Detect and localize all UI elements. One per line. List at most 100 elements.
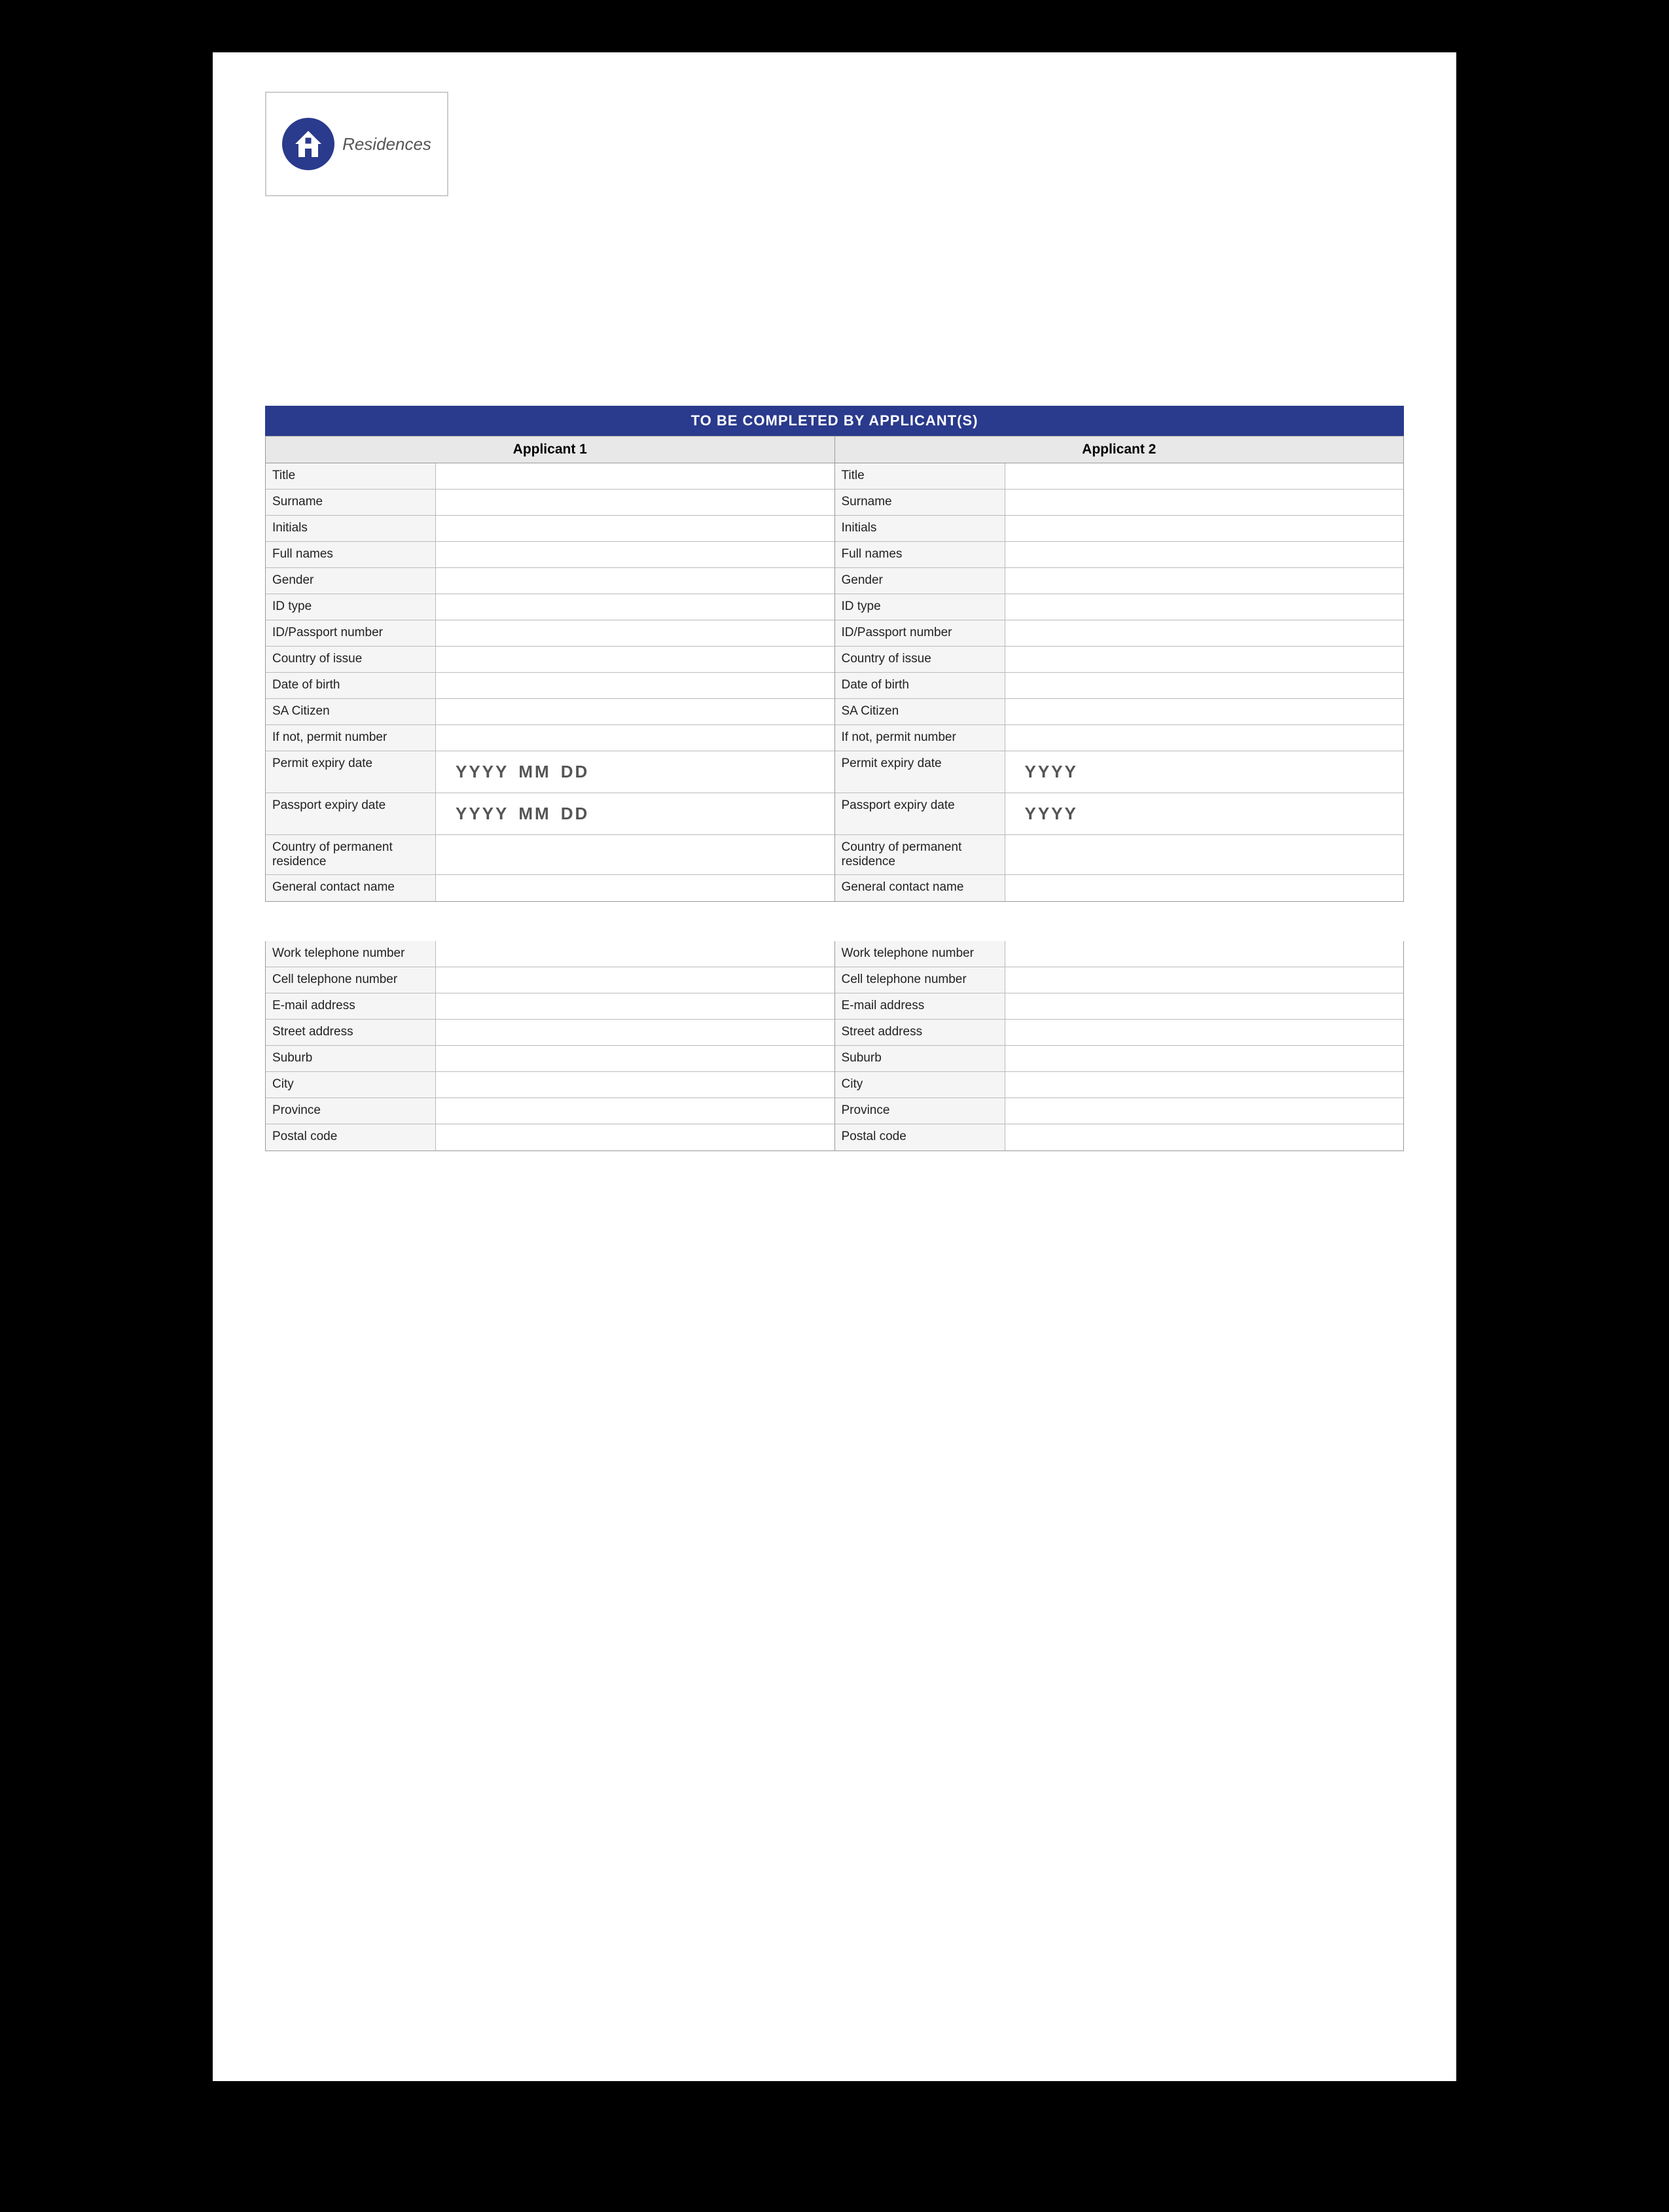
table-row: Initials: [266, 516, 834, 542]
field-label-initials-1: Initials: [266, 516, 436, 541]
field-value-city-2[interactable]: [1005, 1072, 1404, 1097]
field-value-email-2[interactable]: [1005, 993, 1404, 1019]
table-row: Country of permanent residence: [835, 835, 1404, 875]
date-yyyy-passport-2: YYYY: [1025, 804, 1078, 824]
table-row: Gender: [835, 568, 1404, 594]
field-value-province-2[interactable]: [1005, 1098, 1404, 1124]
table-row: City: [835, 1072, 1404, 1098]
field-value-idpassport-1[interactable]: [436, 620, 834, 646]
table-row: Surname: [266, 490, 834, 516]
field-value-idtype-1[interactable]: [436, 594, 834, 620]
table-row: ID/Passport number: [266, 620, 834, 647]
field-value-celltel-1[interactable]: [436, 967, 834, 993]
field-value-email-1[interactable]: [436, 993, 834, 1019]
table-row: ID type: [266, 594, 834, 620]
field-value-fullnames-1[interactable]: [436, 542, 834, 567]
table-row: Work telephone number: [835, 941, 1404, 967]
field-value-initials-2[interactable]: [1005, 516, 1404, 541]
logo-house-icon: [292, 128, 325, 160]
date-mm-passport-1: MM: [518, 804, 550, 824]
field-label-contactname-2: General contact name: [835, 875, 1005, 901]
field-value-idtype-2[interactable]: [1005, 594, 1404, 620]
field-label-surname-2: Surname: [835, 490, 1005, 515]
logo-inner: Residences: [282, 118, 431, 170]
field-value-postal-2[interactable]: [1005, 1124, 1404, 1151]
field-label-worktel-1: Work telephone number: [266, 941, 436, 967]
table-row: Title: [835, 463, 1404, 490]
field-value-passportexpiry-1[interactable]: YYYY MM DD: [436, 793, 834, 834]
field-value-worktel-1[interactable]: [436, 941, 834, 967]
field-label-dob-2: Date of birth: [835, 673, 1005, 698]
field-label-contactname-1: General contact name: [266, 875, 436, 901]
field-value-permit-2[interactable]: [1005, 725, 1404, 751]
table-row: Permit expiry date YYYY: [835, 751, 1404, 793]
applicant2-contact-col: Work telephone number Cell telephone num…: [835, 941, 1404, 1151]
field-label-fullnames-1: Full names: [266, 542, 436, 567]
field-label-postal-2: Postal code: [835, 1124, 1005, 1151]
field-label-street-2: Street address: [835, 1020, 1005, 1045]
field-value-countryperm-2[interactable]: [1005, 835, 1404, 874]
table-row: Permit expiry date YYYY MM DD: [266, 751, 834, 793]
field-value-countryissue-2[interactable]: [1005, 647, 1404, 672]
table-row: Full names: [835, 542, 1404, 568]
field-value-permitexpiry-2[interactable]: YYYY: [1005, 751, 1404, 793]
field-value-gender-1[interactable]: [436, 568, 834, 594]
table-row: E-mail address: [266, 993, 834, 1020]
field-value-worktel-2[interactable]: [1005, 941, 1404, 967]
field-label-idtype-2: ID type: [835, 594, 1005, 620]
field-label-countryperm-2: Country of permanent residence: [835, 835, 1005, 874]
table-row: Date of birth: [835, 673, 1404, 699]
date-placeholder-permit-1: YYYY MM DD: [442, 757, 828, 787]
field-value-province-1[interactable]: [436, 1098, 834, 1124]
table-row: Country of permanent residence: [266, 835, 834, 875]
field-value-street-2[interactable]: [1005, 1020, 1404, 1045]
field-label-email-1: E-mail address: [266, 993, 436, 1019]
field-value-permitexpiry-1[interactable]: YYYY MM DD: [436, 751, 834, 793]
field-value-postal-1[interactable]: [436, 1124, 834, 1151]
field-value-celltel-2[interactable]: [1005, 967, 1404, 993]
table-row: SA Citizen: [266, 699, 834, 725]
field-value-street-1[interactable]: [436, 1020, 834, 1045]
field-value-surname-1[interactable]: [436, 490, 834, 515]
field-value-suburb-2[interactable]: [1005, 1046, 1404, 1071]
contact-section: Work telephone number Cell telephone num…: [265, 941, 1404, 1151]
field-value-countryissue-1[interactable]: [436, 647, 834, 672]
date-placeholder-passport-2: YYYY: [1012, 798, 1397, 829]
field-value-countryperm-1[interactable]: [436, 835, 834, 874]
table-row: Cell telephone number: [266, 967, 834, 993]
field-value-title-1[interactable]: [436, 463, 834, 489]
date-yyyy-passport-1: YYYY: [456, 804, 509, 824]
field-value-surname-2[interactable]: [1005, 490, 1404, 515]
field-value-contactname-2[interactable]: [1005, 875, 1404, 901]
field-label-gender-2: Gender: [835, 568, 1005, 594]
date-mm-1: MM: [518, 762, 550, 782]
table-row: Gender: [266, 568, 834, 594]
table-row: Street address: [266, 1020, 834, 1046]
field-value-passportexpiry-2[interactable]: YYYY: [1005, 793, 1404, 834]
field-value-idpassport-2[interactable]: [1005, 620, 1404, 646]
field-label-title-1: Title: [266, 463, 436, 489]
field-value-suburb-1[interactable]: [436, 1046, 834, 1071]
field-label-surname-1: Surname: [266, 490, 436, 515]
field-value-city-1[interactable]: [436, 1072, 834, 1097]
table-row: Passport expiry date YYYY: [835, 793, 1404, 835]
applicant2-header: Applicant 2: [835, 437, 1404, 463]
table-row: Initials: [835, 516, 1404, 542]
field-value-gender-2[interactable]: [1005, 568, 1404, 594]
table-row: General contact name: [266, 875, 834, 901]
field-label-suburb-1: Suburb: [266, 1046, 436, 1071]
date-placeholder-permit-2: YYYY: [1012, 757, 1397, 787]
field-value-title-2[interactable]: [1005, 463, 1404, 489]
field-value-permit-1[interactable]: [436, 725, 834, 751]
field-value-sacitizen-2[interactable]: [1005, 699, 1404, 724]
field-value-dob-2[interactable]: [1005, 673, 1404, 698]
field-value-dob-1[interactable]: [436, 673, 834, 698]
field-label-postal-1: Postal code: [266, 1124, 436, 1151]
date-dd-passport-1: DD: [561, 804, 590, 824]
field-value-sacitizen-1[interactable]: [436, 699, 834, 724]
field-value-contactname-1[interactable]: [436, 875, 834, 901]
contact-form-columns: Work telephone number Cell telephone num…: [265, 941, 1404, 1151]
field-label-celltel-2: Cell telephone number: [835, 967, 1005, 993]
field-value-fullnames-2[interactable]: [1005, 542, 1404, 567]
field-value-initials-1[interactable]: [436, 516, 834, 541]
